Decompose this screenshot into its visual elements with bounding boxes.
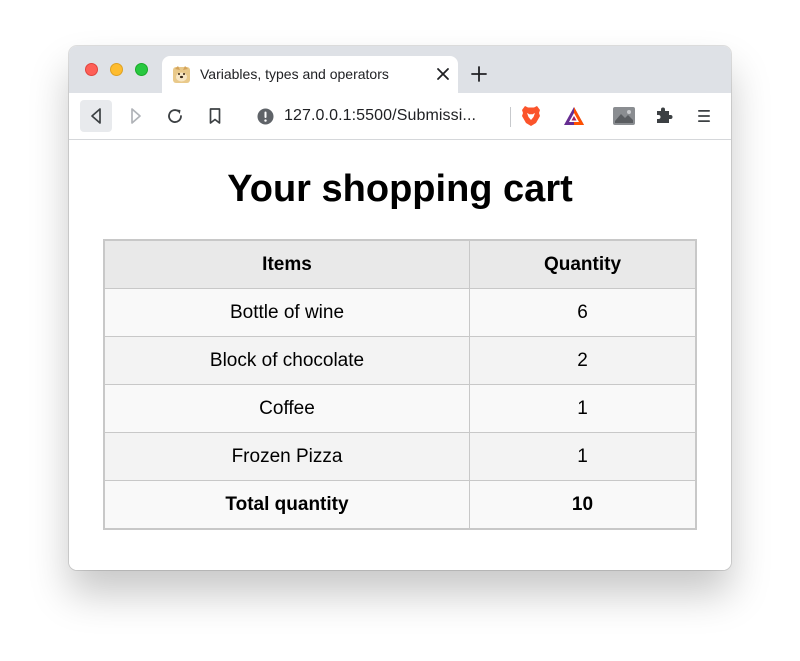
table-row: Frozen Pizza 1 [103, 432, 697, 481]
reload-button[interactable] [159, 100, 191, 132]
info-icon[interactable] [257, 108, 274, 130]
address-bar-divider [510, 107, 511, 127]
tab-strip: Variables, types and operators [69, 46, 731, 93]
menu-icon[interactable] [697, 107, 711, 130]
page-title: Your shopping cart [227, 168, 573, 210]
brave-shields-icon[interactable] [521, 105, 541, 132]
header-quantity: Quantity [469, 239, 697, 289]
url-text[interactable]: 127.0.0.1:5500/Submissi... [284, 107, 476, 125]
cell-item: Coffee [103, 384, 470, 433]
address-bar[interactable]: 127.0.0.1:5500/Submissi... [243, 98, 597, 134]
cell-item: Bottle of wine [103, 288, 470, 337]
extension-avatar-icon[interactable] [613, 107, 635, 125]
forward-icon [131, 108, 141, 124]
reload-icon [168, 109, 182, 123]
table-row: Bottle of wine 6 [103, 288, 697, 337]
bat-rewards-icon[interactable] [563, 106, 585, 131]
close-window-button[interactable] [85, 63, 98, 76]
tab-active[interactable]: Variables, types and operators [162, 56, 458, 93]
cell-quantity: 1 [469, 432, 697, 481]
total-label: Total quantity [103, 480, 470, 530]
back-icon [91, 108, 101, 124]
cell-quantity: 1 [469, 384, 697, 433]
table-header-row: Items Quantity [103, 239, 697, 289]
cell-item: Block of chocolate [103, 336, 470, 385]
total-value: 10 [469, 480, 697, 530]
table-row: Coffee 1 [103, 384, 697, 433]
shopping-cart-table: Items Quantity Bottle of wine 6 Block of… [103, 239, 697, 530]
header-items: Items [103, 239, 470, 289]
new-tab-plus-icon[interactable] [471, 66, 487, 82]
puzzle-icon[interactable] [654, 106, 674, 131]
table-row: Block of chocolate 2 [103, 336, 697, 385]
maximize-window-button[interactable] [135, 63, 148, 76]
tab-title: Variables, types and operators [200, 66, 389, 82]
tab-close-icon[interactable] [436, 67, 450, 81]
cell-quantity: 6 [469, 288, 697, 337]
back-button[interactable] [80, 100, 112, 132]
forward-button[interactable] [120, 100, 152, 132]
browser-toolbar: 127.0.0.1:5500/Submissi... [69, 93, 731, 140]
doge-favicon-icon [172, 65, 191, 84]
cell-quantity: 2 [469, 336, 697, 385]
minimize-window-button[interactable] [110, 63, 123, 76]
page-content: Your shopping cart Items Quantity Bottle… [69, 140, 731, 570]
cell-item: Frozen Pizza [103, 432, 470, 481]
browser-window: Variables, types and operators 127.0.0.1… [69, 46, 731, 570]
table-footer-row: Total quantity 10 [103, 480, 697, 530]
bookmark-icon [209, 108, 221, 124]
bookmark-button[interactable] [199, 100, 231, 132]
